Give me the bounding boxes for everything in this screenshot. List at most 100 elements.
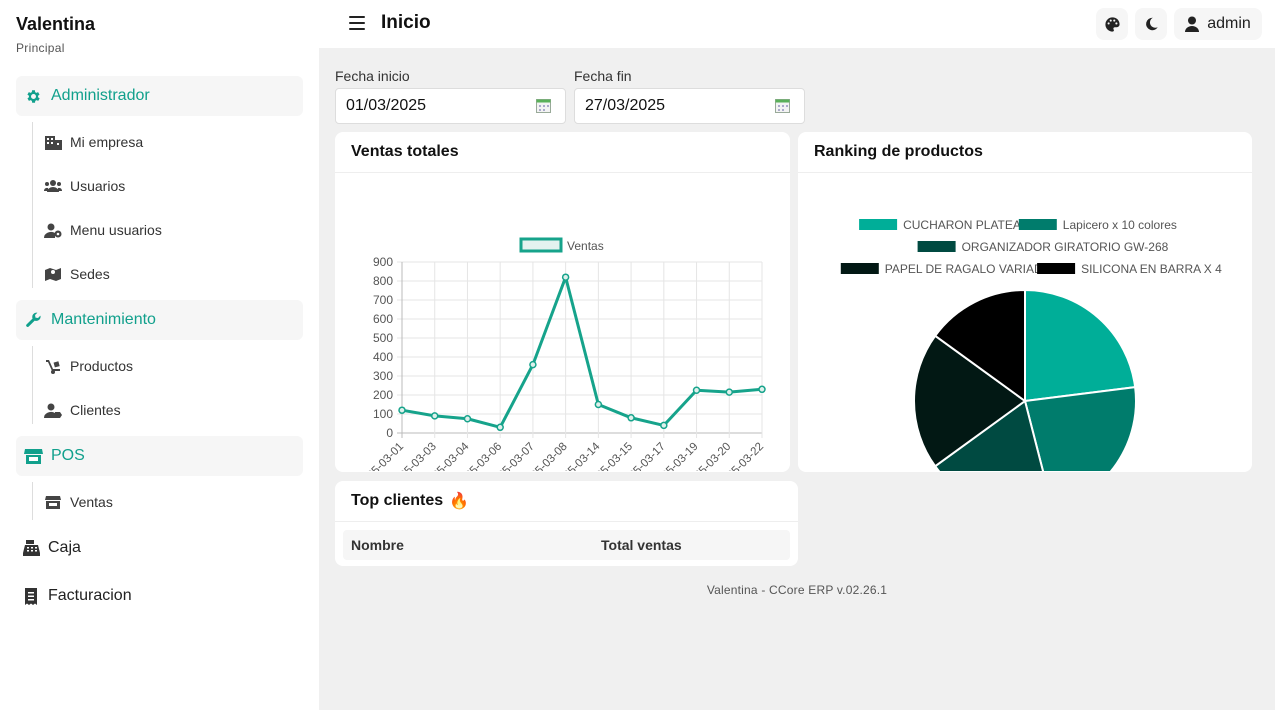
sidebar-item-label: Ventas [70, 494, 113, 510]
calendar-icon[interactable] [775, 98, 790, 113]
y-tick-label: 400 [373, 350, 393, 364]
sidebar-item-label: Mi empresa [70, 134, 144, 150]
receipt-icon [22, 587, 40, 605]
shop-icon [44, 494, 62, 510]
sidebar-group-pos[interactable]: POS [16, 436, 303, 476]
sidebar-item-productos[interactable]: Productos [44, 350, 133, 382]
legend-swatch [1018, 219, 1057, 230]
data-point [430, 412, 439, 420]
user-icon [1185, 16, 1200, 32]
table-header: Nombre Total ventas [343, 530, 790, 560]
sidebar-item-sedes[interactable]: Sedes [44, 258, 110, 290]
brand-subtitle: Principal [16, 41, 65, 55]
gear-icon [23, 86, 43, 106]
y-tick-label: 900 [373, 255, 393, 269]
legend-label: SILICONA EN BARRA X 4 [1081, 262, 1222, 276]
sidebar-item-ventas[interactable]: Ventas [44, 486, 113, 518]
data-point [692, 386, 701, 394]
store-icon [23, 446, 43, 466]
y-tick-label: 800 [373, 274, 393, 288]
sidebar-item-caja[interactable]: Caja [22, 533, 81, 563]
pie-slice [1024, 288, 1137, 403]
legend-label: ORGANIZADOR GIRATORIO GW-268 [962, 240, 1169, 254]
y-tick-label: 700 [373, 293, 393, 307]
y-tick-label: 200 [373, 388, 393, 402]
data-point [725, 388, 734, 396]
tree-line [32, 122, 33, 288]
sales-card-title: Ventas totales [335, 132, 790, 173]
sidebar-item-label: Sedes [70, 266, 110, 282]
dark-mode-button[interactable] [1135, 8, 1167, 40]
data-point [594, 400, 603, 409]
sidebar-item-facturacion[interactable]: Facturacion [22, 581, 132, 611]
sidebar-group-label: Administrador [51, 87, 150, 104]
map-location-icon [44, 266, 62, 282]
sidebar-group-mantenimiento[interactable]: Mantenimiento [16, 300, 303, 340]
sidebar-item-usuarios[interactable]: Usuarios [44, 170, 125, 202]
data-point [660, 421, 668, 430]
moon-icon [1144, 16, 1159, 32]
legend-swatch [859, 219, 898, 230]
dolly-icon [44, 358, 62, 374]
brand-name: Valentina [16, 14, 96, 34]
y-tick-label: 300 [373, 369, 393, 383]
y-tick-label: 600 [373, 312, 393, 326]
sidebar-group-label: Mantenimiento [51, 311, 156, 328]
y-tick-label: 500 [373, 331, 393, 345]
wrench-icon [23, 310, 43, 330]
legend-swatch-ventas [519, 237, 563, 253]
user-name: admin [1207, 15, 1251, 32]
palette-icon [1104, 16, 1121, 33]
end-date-input[interactable]: 27/03/2025 [574, 88, 805, 124]
calendar-icon[interactable] [536, 98, 551, 113]
sidebar-group-label: POS [51, 447, 85, 464]
start-date-input[interactable]: 01/03/2025 [335, 88, 566, 124]
cash-register-icon [22, 539, 40, 557]
column-header-total-ventas[interactable]: Total ventas [601, 537, 682, 553]
legend-swatch [840, 263, 879, 274]
sidebar-item-label: Caja [48, 539, 81, 556]
legend-swatch [917, 241, 956, 252]
sales-card: Ventas totales 0 100 200 300 400 500 600 700 800… [335, 132, 790, 472]
data-point [463, 415, 472, 423]
top-clients-title: Top clientes [351, 492, 444, 509]
data-point [758, 385, 766, 394]
sidebar-item-label: Clientes [70, 402, 121, 418]
end-date-value: 27/03/2025 [585, 97, 666, 114]
y-tick-label: 100 [373, 407, 393, 421]
column-header-nombre[interactable]: Nombre [351, 537, 404, 553]
sidebar-item-label: Productos [70, 358, 134, 374]
sidebar-item-label: Usuarios [70, 178, 126, 194]
end-date-label: Fecha fin [574, 68, 632, 84]
tree-line [32, 346, 33, 424]
menu-toggle-icon[interactable] [349, 15, 365, 31]
start-date-value: 01/03/2025 [346, 97, 427, 114]
data-point [496, 423, 504, 432]
data-point [561, 273, 570, 281]
legend-label: CUCHARON PLATEADO [903, 218, 1039, 232]
ranking-card: Ranking de productos CUCHARON PLATEADO La… [798, 132, 1252, 472]
users-icon [44, 178, 62, 194]
building-icon [44, 134, 62, 150]
sidebar-group-administrador[interactable]: Administrador [16, 76, 303, 116]
data-point [627, 414, 635, 422]
x-tick-label: 2025-03-01 [356, 441, 406, 471]
sidebar-item-label: Menu usuarios [70, 222, 162, 238]
tree-line [32, 482, 33, 520]
start-date-label: Fecha inicio [335, 68, 410, 84]
chart-legend: Ventas [519, 237, 604, 253]
sidebar-item-label: Facturacion [48, 587, 132, 604]
theme-palette-button[interactable] [1096, 8, 1128, 40]
sales-line-chart: 01002003004005006007008009002025-03-0120… [356, 237, 766, 472]
data-point [398, 406, 406, 414]
top-clients-card: Top clientes 🔥 Nombre Total ventas [335, 481, 798, 566]
user-menu-button[interactable]: admin [1174, 8, 1262, 40]
legend-swatch [1037, 263, 1076, 274]
sidebar-item-menu-usuarios[interactable]: Menu usuarios [44, 214, 162, 246]
data-point [529, 360, 537, 369]
sidebar-item-mi-empresa[interactable]: Mi empresa [44, 126, 143, 158]
legend-label: PAPEL DE RAGALO VARIADO [885, 262, 1052, 276]
fire-icon: 🔥 [449, 493, 470, 510]
sidebar-item-clientes[interactable]: Clientes [44, 394, 121, 426]
ranking-card-title: Ranking de productos [798, 132, 1252, 173]
